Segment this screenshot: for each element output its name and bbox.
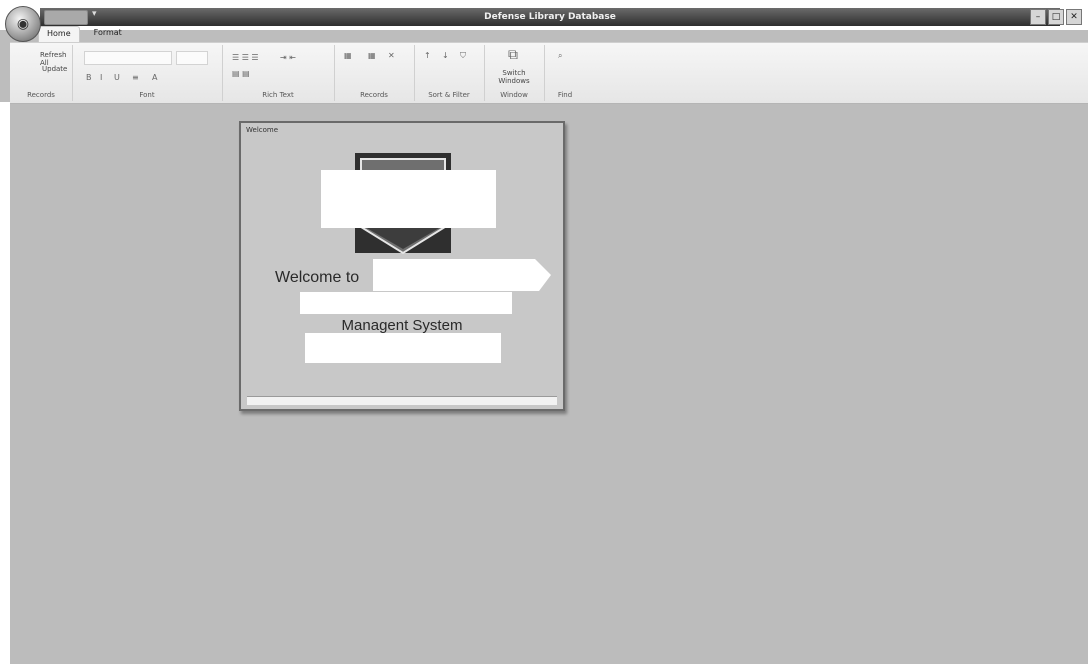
group-label: Records: [27, 91, 55, 99]
window-title: Defense Library Database: [484, 12, 616, 22]
sort-descending-icon[interactable]: ↓: [442, 51, 449, 60]
filter-icon[interactable]: ⛉: [460, 51, 466, 61]
redaction-block: [321, 170, 496, 228]
tab-home[interactable]: Home: [38, 26, 80, 42]
italic-icon[interactable]: I: [100, 73, 102, 82]
highlight-icon[interactable]: ▤ ▤: [232, 69, 250, 78]
redaction-block: [300, 292, 512, 314]
bold-icon[interactable]: B: [86, 73, 92, 82]
align-icon[interactable]: ≡: [132, 73, 139, 82]
save-record-icon[interactable]: ▦: [368, 51, 376, 60]
font-color-icon[interactable]: A: [152, 73, 157, 82]
bullets-icon[interactable]: ☰ ☰ ☰: [232, 53, 259, 62]
maximize-icon[interactable]: □: [1048, 9, 1064, 25]
group-label: Font: [139, 91, 155, 99]
ribbon-group-find: ⌕ Find: [544, 45, 586, 101]
group-label: Window: [500, 91, 528, 99]
font-size-select[interactable]: [176, 51, 208, 65]
qat-dropdown-icon[interactable]: ▾: [92, 9, 97, 19]
underline-icon[interactable]: U: [114, 73, 120, 82]
minimize-icon[interactable]: –: [1030, 9, 1046, 25]
welcome-form[interactable]: Welcome Welcome to Managent System: [239, 121, 565, 411]
group-label: Records: [360, 91, 388, 99]
switch-windows-icon[interactable]: ⧉: [508, 47, 518, 63]
office-logo-icon: ◉: [16, 16, 30, 32]
ribbon-tabs: Home Format: [38, 26, 130, 42]
left-gutter: [0, 102, 10, 664]
ribbon-group-sort-filter: ↑ ↓ ⛉ Sort & Filter: [414, 45, 485, 101]
delete-record-icon[interactable]: ✕: [388, 51, 395, 60]
welcome-heading: Welcome to: [275, 269, 360, 286]
redaction-block: [305, 333, 501, 363]
new-record-icon[interactable]: ▦: [344, 51, 352, 60]
indent-icon[interactable]: ⇥ ⇤: [280, 53, 296, 62]
quick-access-toolbar[interactable]: [44, 10, 88, 25]
form-caption: Welcome: [246, 126, 279, 134]
group-label: Find: [557, 91, 573, 99]
update-button[interactable]: Update: [42, 65, 67, 73]
redaction-block: [373, 259, 551, 291]
ribbon-group-rich-text: ☰ ☰ ☰ ⇥ ⇤ ▤ ▤ Rich Text: [222, 45, 335, 101]
ribbon: Refresh All Update Records B I U ≡ A Fon…: [10, 42, 1088, 104]
font-name-select[interactable]: [84, 51, 172, 65]
switch-windows-button[interactable]: Switch Windows: [486, 69, 542, 85]
ribbon-group-window: ⧉ Switch Windows Window: [484, 45, 545, 101]
find-icon[interactable]: ⌕: [558, 51, 562, 61]
management-system-text: Managent System: [341, 317, 463, 334]
ribbon-group-records-2: ▦ ▦ ✕ Records: [334, 45, 415, 101]
title-bar: ▾ Defense Library Database – □ ✕: [0, 0, 1088, 30]
tab-format[interactable]: Format: [86, 26, 130, 42]
close-icon[interactable]: ✕: [1066, 9, 1082, 25]
window-controls: – □ ✕: [1030, 9, 1082, 25]
office-button[interactable]: ◉: [5, 6, 41, 42]
ribbon-group-records-1: Refresh All Update Records: [10, 45, 73, 101]
group-label: Rich Text: [262, 91, 294, 99]
sort-ascending-icon[interactable]: ↑: [424, 51, 431, 60]
form-footer-bar: [247, 396, 557, 405]
group-label: Sort & Filter: [428, 91, 470, 99]
ribbon-group-font: B I U ≡ A Font: [72, 45, 223, 101]
